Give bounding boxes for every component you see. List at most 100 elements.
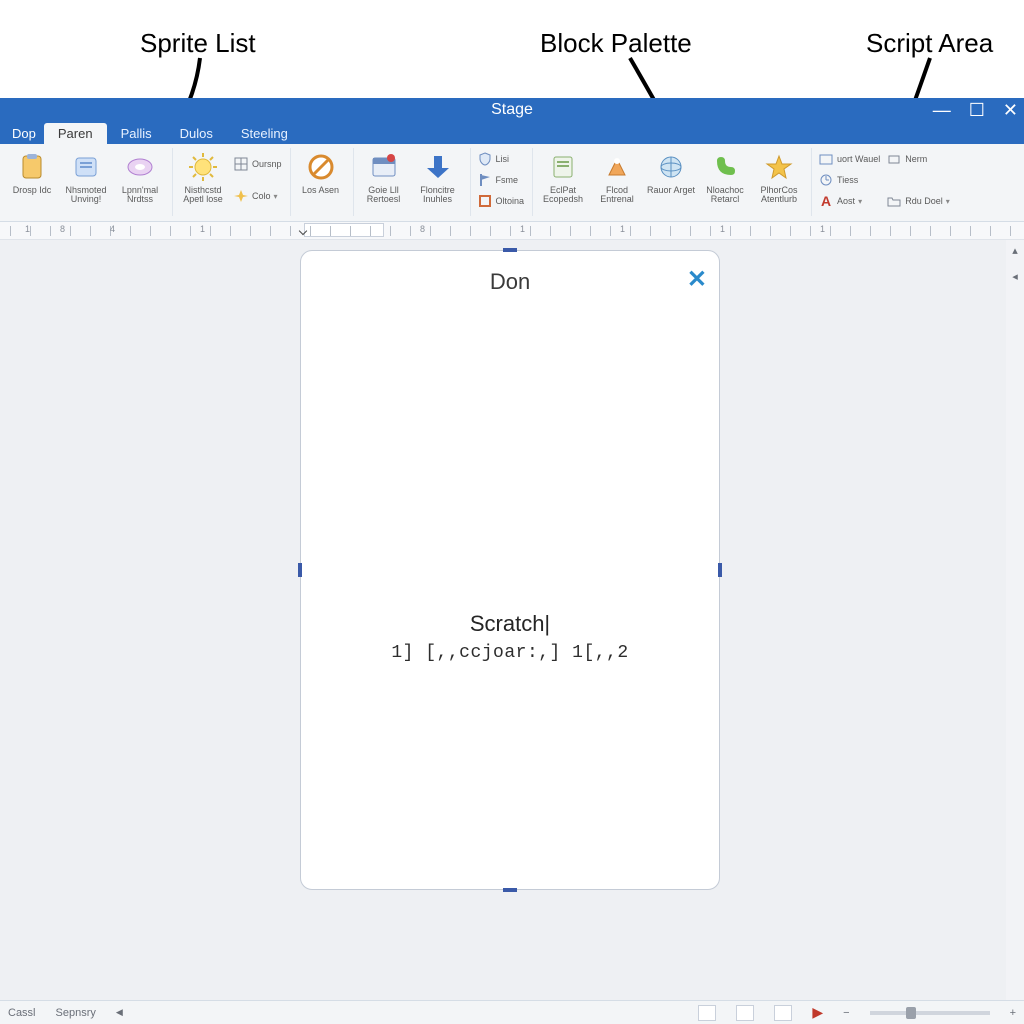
tab-4[interactable]: Steeling bbox=[227, 123, 302, 144]
zoom-slider-knob[interactable] bbox=[906, 1007, 916, 1019]
tag-icon bbox=[886, 151, 902, 167]
zoom-slider[interactable] bbox=[870, 1011, 990, 1015]
ribbon-label: Tiess bbox=[837, 175, 858, 185]
vertical-scrollbar[interactable]: ▴ ◂ bbox=[1006, 240, 1024, 1000]
ribbon-btn-g6-4[interactable]: Nloachoc Retarcl bbox=[699, 148, 751, 216]
ribbon-label: Los Asen bbox=[302, 186, 339, 195]
ribbon-btn-g3-1[interactable]: Los Asen bbox=[295, 148, 347, 216]
dialog-close-button[interactable]: ✕ bbox=[687, 265, 707, 294]
box-icon bbox=[818, 151, 834, 167]
status-bar: Cassl Sepnsry ◀ ▶ − + bbox=[0, 1000, 1024, 1024]
file-tab[interactable]: Dop bbox=[4, 123, 44, 144]
ribbon-btn-g7-s5[interactable]: Rdu Doel▾ bbox=[884, 191, 952, 211]
document-page[interactable]: Don ✕ Scratch| 1] [,,ccjoar:,] 1[,,2 bbox=[300, 250, 720, 890]
ribbon-btn-g2-s1[interactable]: Oursnp bbox=[231, 154, 284, 174]
tab-3[interactable]: Dulos bbox=[166, 123, 227, 144]
ribbon-btn-g4-1[interactable]: Goie Lll Rertoesl bbox=[358, 148, 410, 216]
annotation-script-area: Script Area bbox=[866, 28, 993, 59]
ribbon-btn-g2-s2[interactable]: Colo▾ bbox=[231, 186, 284, 206]
scroll-marker-icon: ◂ bbox=[1009, 270, 1021, 282]
ribbon-btn-g7-s1[interactable]: uort Wauel bbox=[816, 149, 882, 169]
ribbon-label: Oursnp bbox=[252, 159, 282, 169]
ruler-tick bbox=[810, 226, 811, 236]
ruler-tick bbox=[830, 226, 831, 236]
ruler-number: 8 bbox=[420, 224, 425, 234]
view-mode-button-1[interactable] bbox=[698, 1005, 716, 1021]
ribbon-label: Nisthcstd Apetl lose bbox=[177, 186, 229, 205]
ruler-number: 1 bbox=[620, 224, 625, 234]
window-minimize-button[interactable]: — bbox=[933, 100, 951, 121]
window-icon bbox=[367, 150, 401, 184]
status-field-1[interactable]: Cassl bbox=[8, 1007, 36, 1019]
ribbon-btn-g6-1[interactable]: EclPat Ecopedsh bbox=[537, 148, 589, 216]
ruler-tick bbox=[530, 226, 531, 236]
ruler-tick bbox=[290, 226, 291, 236]
ribbon-btn-g7-s4[interactable]: A Aost▾ bbox=[816, 191, 882, 211]
ribbon-label: Lpnn'mal Nrdtss bbox=[114, 186, 166, 205]
ribbon-btn-g6-5[interactable]: PlhorCos Atentlurb bbox=[753, 148, 805, 216]
ribbon-btn-g6-3[interactable]: Rauor Arget bbox=[645, 148, 697, 216]
view-mode-button-3[interactable] bbox=[774, 1005, 792, 1021]
ribbon-label: uort Wauel bbox=[837, 154, 880, 164]
ruler-tick bbox=[550, 226, 551, 236]
ribbon-btn-g1-2[interactable]: Nhsmoted Unving! bbox=[60, 148, 112, 216]
ruler-tick bbox=[450, 226, 451, 236]
ribbon-btn-g7-s3[interactable]: Nerm bbox=[884, 149, 952, 169]
ribbon-label: Rauor Arget bbox=[647, 186, 695, 195]
window-maximize-button[interactable]: ☐ bbox=[969, 100, 985, 121]
ruler-tick bbox=[410, 226, 411, 236]
sparkle-icon bbox=[233, 188, 249, 204]
tab-home[interactable]: Paren bbox=[44, 123, 107, 144]
crop-handle-top[interactable] bbox=[503, 248, 517, 252]
crop-handle-right[interactable] bbox=[718, 563, 722, 577]
zoom-out-button[interactable]: − bbox=[843, 1007, 849, 1019]
ruler-tick bbox=[370, 226, 371, 236]
ribbon-btn-g1-3[interactable]: Lpnn'mal Nrdtss bbox=[114, 148, 166, 216]
crop-handle-bottom[interactable] bbox=[503, 888, 517, 892]
ribbon-label: Flcod Entrenal bbox=[591, 186, 643, 205]
ruler-tick bbox=[310, 226, 311, 236]
status-prev-icon[interactable]: ◀ bbox=[116, 1007, 123, 1018]
ribbon-label: Nerm bbox=[905, 154, 927, 164]
ribbon-label: Colo bbox=[252, 191, 271, 201]
play-button[interactable]: ▶ bbox=[812, 1004, 823, 1021]
ribbon: Drosp Idc Nhsmoted Unving! Lpnn'mal Nrdt… bbox=[0, 144, 1024, 222]
view-mode-button-2[interactable] bbox=[736, 1005, 754, 1021]
ribbon-btn-g2-1[interactable]: Nisthcstd Apetl lose bbox=[177, 148, 229, 216]
tab-strip: Dop Paren Pallis Dulos Steeling bbox=[0, 122, 1024, 144]
ruler-tick bbox=[350, 226, 351, 236]
phone-icon bbox=[708, 150, 742, 184]
ruler-tick bbox=[330, 226, 331, 236]
horizontal-ruler[interactable]: 184181111 bbox=[0, 222, 1024, 240]
letter-a-icon: A bbox=[818, 193, 834, 209]
ribbon-btn-g5-s3[interactable]: Oltoina bbox=[475, 191, 527, 211]
ribbon-btn-g5-s2[interactable]: Fsme bbox=[475, 170, 527, 190]
status-field-2[interactable]: Sepnsry bbox=[56, 1007, 96, 1019]
ribbon-group-5: Lisi Fsme Oltoina bbox=[475, 148, 534, 216]
ruler-tick bbox=[130, 226, 131, 236]
tab-2[interactable]: Pallis bbox=[107, 123, 166, 144]
ruler-tick bbox=[710, 226, 711, 236]
ruler-tick bbox=[30, 226, 31, 236]
ribbon-btn-g1-1[interactable]: Drosp Idc bbox=[6, 148, 58, 216]
document-workspace: Don ✕ Scratch| 1] [,,ccjoar:,] 1[,,2 ▴ ◂ bbox=[0, 240, 1024, 1000]
ruler-tick bbox=[170, 226, 171, 236]
ruler-number: 1 bbox=[25, 224, 30, 234]
scroll-up-icon[interactable]: ▴ bbox=[1009, 244, 1021, 256]
ruler-tick bbox=[390, 226, 391, 236]
ruler-number: 4 bbox=[110, 224, 115, 234]
ribbon-btn-g4-2[interactable]: Floncitre Inuhles bbox=[412, 148, 464, 216]
ruler-indent-marker[interactable] bbox=[304, 223, 384, 237]
ruler-tick bbox=[630, 226, 631, 236]
page-body-title: Scratch| bbox=[470, 611, 550, 637]
ruler-tick bbox=[50, 226, 51, 236]
ruler-number: 1 bbox=[200, 224, 205, 234]
ruler-tick bbox=[510, 226, 511, 236]
ribbon-btn-g5-s1[interactable]: Lisi bbox=[475, 149, 527, 169]
crop-handle-left[interactable] bbox=[298, 563, 302, 577]
window-close-button[interactable]: ✕ bbox=[1003, 100, 1018, 121]
ribbon-group-7: uort Wauel Tiess A Aost▾ Nerm Rdu Doel▾ bbox=[816, 148, 958, 216]
ribbon-btn-g7-s2[interactable]: Tiess bbox=[816, 170, 882, 190]
zoom-in-button[interactable]: + bbox=[1010, 1007, 1016, 1019]
ribbon-btn-g6-2[interactable]: Flcod Entrenal bbox=[591, 148, 643, 216]
